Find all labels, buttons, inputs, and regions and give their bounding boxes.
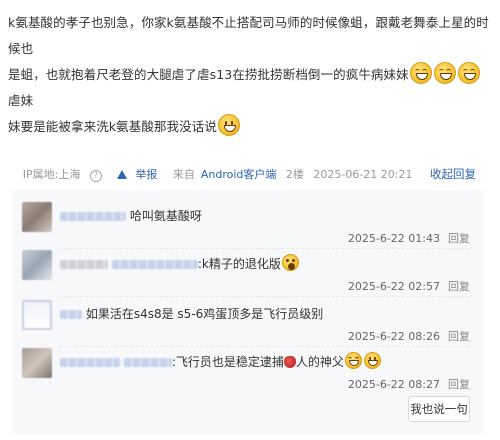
- post-line-3-text: 妹要是能被拿来洗k氨基酸那我没话说: [8, 119, 217, 134]
- avatar[interactable]: [22, 348, 52, 378]
- reply-list: 哈叫氨基酸呀 2025-6-22 01:43 回复 :k精子的退化版 2025-6…: [12, 190, 484, 434]
- source-label: 来自 Android客户端: [172, 168, 277, 181]
- laugh-emoji-icon: [433, 62, 456, 84]
- reply-text: 哈叫氨基酸呀: [60, 206, 202, 226]
- username-blurred[interactable]: [60, 212, 126, 221]
- post-line-3: 妹要是能被拿来洗k氨基酸那我没话说: [8, 114, 492, 140]
- report-link[interactable]: 举报: [111, 168, 157, 181]
- floor-number: 2楼: [285, 168, 304, 181]
- reply-item: :飞行员也是稳定逮捕 人的神父 2025-6-22 08:27 回复: [12, 346, 484, 392]
- laugh-emoji-icon: [457, 62, 480, 84]
- reply-text: :k精子的退化版: [60, 254, 300, 274]
- username-blurred[interactable]: [60, 260, 108, 269]
- reply-meta: 2025-6-22 08:27 回复: [348, 376, 470, 392]
- post-time: 2025-06-21 20:21: [313, 168, 413, 181]
- reply-item: :k精子的退化版 2025-6-22 02:57 回复: [12, 248, 484, 294]
- reply-item: 哈叫氨基酸呀 2025-6-22 01:43 回复: [12, 198, 484, 246]
- post-line-2-tail: 虐妹: [8, 93, 34, 108]
- reply-button[interactable]: 回复: [448, 330, 470, 343]
- rose-icon: [283, 356, 296, 368]
- post-line-2: 是蛆，也就抱着尺老登的大腿虐了虐s13在捞批捞断档倒一的疯牛病妹妹 虐妹: [8, 62, 492, 114]
- post-meta: IP属地:上海 ? 举报 来自 Android客户端 2楼 2025-06-21 …: [0, 166, 500, 186]
- post-line-2-text: 是蛆，也就抱着尺老登的大腿虐了虐s13在捞批捞断档倒一的疯牛病妹妹: [8, 67, 409, 82]
- reply-button[interactable]: 回复: [448, 280, 470, 293]
- reply-meta: 2025-6-22 01:43 回复: [348, 230, 470, 246]
- question-icon[interactable]: ?: [89, 170, 102, 182]
- username-blurred[interactable]: [123, 358, 172, 367]
- ip-location: IP属地:上海 ?: [17, 168, 102, 182]
- laugh-emoji-icon: [409, 62, 432, 84]
- username-blurred[interactable]: [60, 310, 82, 319]
- add-reply-button[interactable]: 我也说一句: [408, 396, 470, 422]
- smile-emoji-icon: [217, 114, 240, 136]
- reply-time: 2025-6-22 01:43: [347, 232, 440, 245]
- username-blurred[interactable]: [111, 260, 198, 269]
- avatar[interactable]: [22, 300, 52, 330]
- reply-time: 2025-6-22 08:27: [347, 378, 440, 391]
- reply-item: 如果活在s4s8是 s5-6鸡蛋顶多是飞行员级别 2025-6-22 08:26…: [12, 296, 484, 346]
- reply-text: 如果活在s4s8是 s5-6鸡蛋顶多是飞行员级别: [60, 304, 323, 324]
- post-line-1: k氨基酸的孝子也别急，你家k氨基酸不止搭配司马师的时候像蛆，跟戴老舞泰上星的时候…: [8, 15, 489, 56]
- reply-meta: 2025-6-22 02:57 回复: [348, 278, 470, 294]
- smile-emoji-icon: [363, 352, 381, 369]
- reply-button[interactable]: 回复: [448, 232, 470, 245]
- warning-icon: [117, 170, 128, 179]
- shock-emoji-icon: [281, 254, 299, 271]
- reply-text: :飞行员也是稳定逮捕 人的神父: [60, 352, 382, 372]
- avatar[interactable]: [22, 250, 52, 280]
- reply-time: 2025-6-22 02:57: [347, 280, 440, 293]
- post-content: k氨基酸的孝子也别急，你家k氨基酸不止搭配司马师的时候像蛆，跟戴老舞泰上星的时候…: [8, 10, 492, 140]
- reply-time: 2025-6-22 08:26: [347, 330, 440, 343]
- reply-button[interactable]: 回复: [448, 378, 470, 391]
- username-blurred[interactable]: [60, 358, 120, 367]
- avatar[interactable]: [22, 202, 52, 232]
- collapse-replies-button[interactable]: 收起回复: [430, 167, 476, 181]
- client-link[interactable]: Android客户端: [201, 168, 277, 181]
- reply-meta: 2025-6-22 08:26 回复: [348, 328, 470, 344]
- laugh-emoji-icon: [344, 352, 362, 369]
